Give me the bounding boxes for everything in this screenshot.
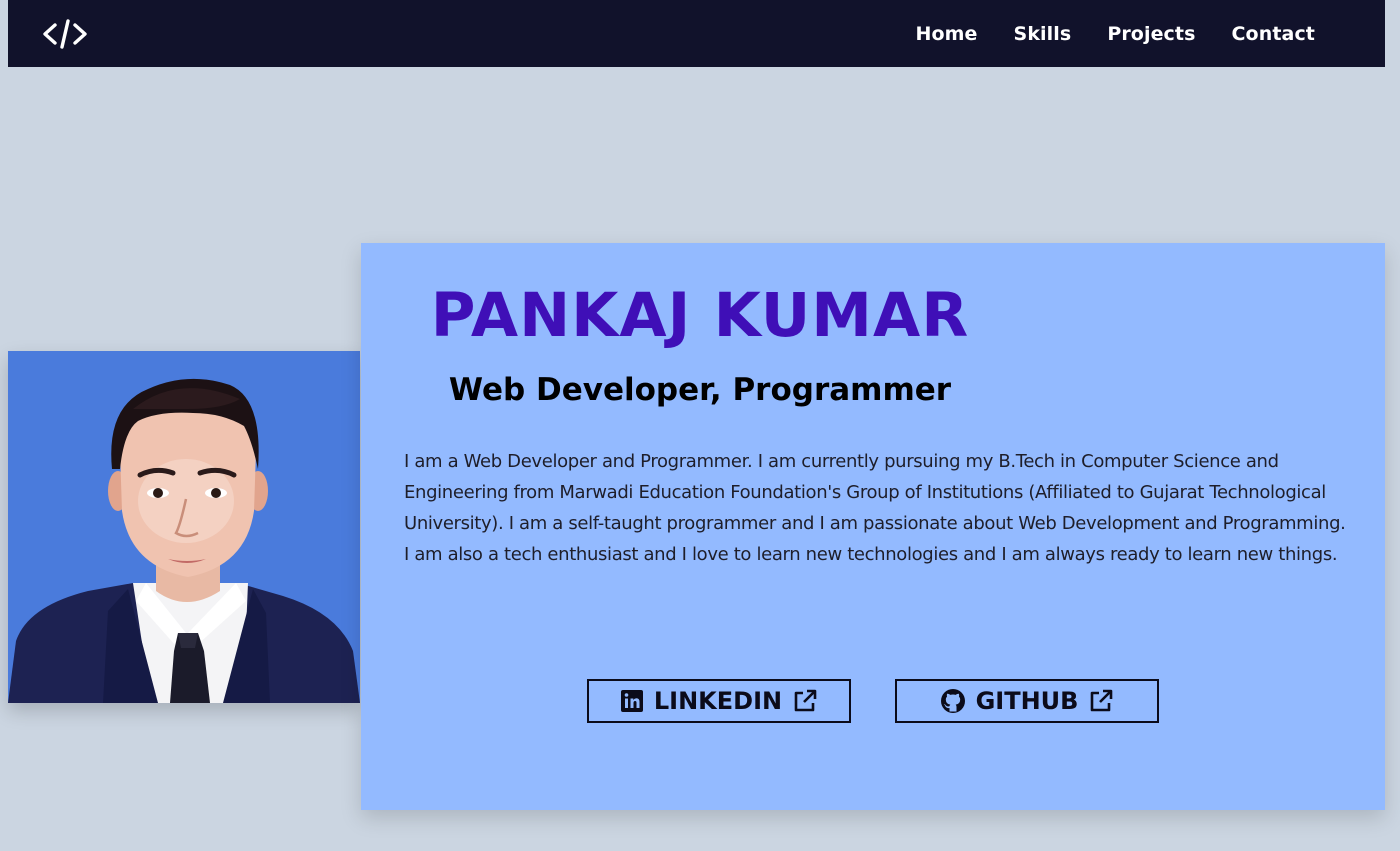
code-icon[interactable] (42, 17, 88, 51)
linkedin-button[interactable]: LINKEDIN (587, 679, 851, 723)
linkedin-label: LINKEDIN (653, 687, 783, 715)
nav-skills-link[interactable]: Skills (1014, 23, 1072, 45)
external-link-icon (792, 688, 818, 714)
profile-name: PANKAJ KUMAR (430, 280, 970, 351)
github-icon (940, 688, 966, 714)
nav-links: Home Skills Projects Contact (915, 23, 1315, 45)
nav-projects-link[interactable]: Projects (1107, 23, 1195, 45)
external-link-icon (1088, 688, 1114, 714)
navbar: Home Skills Projects Contact (8, 0, 1385, 67)
nav-home-link[interactable]: Home (915, 23, 977, 45)
github-label: GITHUB (975, 687, 1079, 715)
nav-contact-link[interactable]: Contact (1232, 23, 1315, 45)
profile-role: Web Developer, Programmer (448, 372, 952, 408)
linkedin-icon (620, 689, 644, 713)
profile-bio: I am a Web Developer and Programmer. I a… (404, 451, 1346, 565)
github-button[interactable]: GITHUB (895, 679, 1159, 723)
